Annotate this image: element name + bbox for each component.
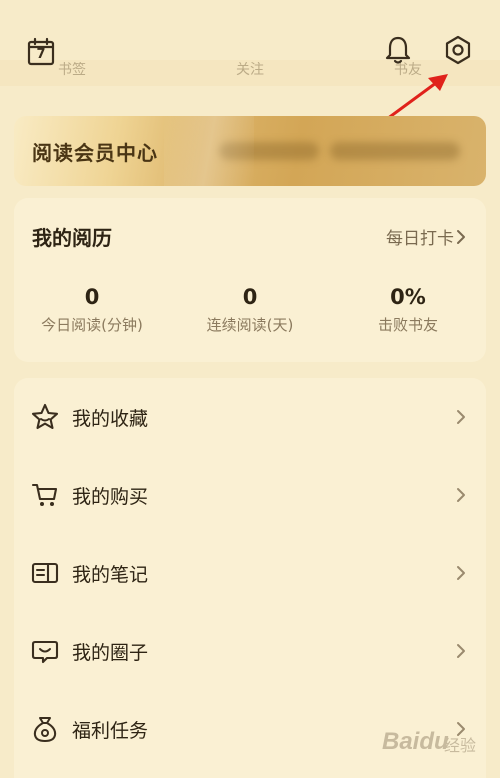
chevron-right-icon <box>457 410 465 424</box>
chat-icon <box>31 640 59 664</box>
ghost-tab-2: 关注 <box>236 62 264 78</box>
chevron-right-icon <box>457 488 465 502</box>
menu-item-purchases[interactable]: 我的购买 <box>14 456 486 534</box>
menu-item-favorites[interactable]: 我的收藏 <box>14 378 486 456</box>
stat-label: 击败书友 <box>377 316 438 334</box>
calendar-button[interactable]: 7 <box>21 32 61 72</box>
notes-icon <box>31 562 59 584</box>
stat-label: 今日阅读(分钟) <box>41 316 143 334</box>
menu-list: 我的收藏 我的购买 我的笔记 我的圈子 福利任务 <box>14 378 486 778</box>
chevron-right-icon <box>457 644 465 658</box>
stat-consecutive-days[interactable]: 0 连续阅读(天) <box>170 284 330 335</box>
profile-page: 书签 关注 书友圈 7 <box>0 0 500 778</box>
bell-icon <box>385 36 411 64</box>
stat-value: 0 <box>84 285 100 309</box>
blurred-promo-text <box>219 142 319 160</box>
baidu-watermark: Baidu 经验 <box>382 722 492 762</box>
member-center-banner[interactable]: 阅读会员中心 <box>14 116 486 186</box>
menu-item-label: 我的笔记 <box>72 563 149 586</box>
calendar-day: 7 <box>36 46 46 62</box>
reading-history-card: 我的阅历 每日打卡 0 今日阅读(分钟) 0 连续阅读(天) 0% 击败书友 <box>14 198 486 362</box>
chevron-right-icon <box>457 229 465 244</box>
stat-value: 0% <box>390 285 426 309</box>
chevron-right-icon <box>457 566 465 580</box>
stat-today-reading[interactable]: 0 今日阅读(分钟) <box>12 284 172 335</box>
stat-value: 0 <box>242 285 258 309</box>
menu-item-label: 福利任务 <box>72 719 149 742</box>
gear-icon <box>445 35 471 65</box>
stat-label: 连续阅读(天) <box>206 316 294 334</box>
watermark-sub: 经验 <box>444 736 477 755</box>
menu-item-label: 我的圈子 <box>72 641 149 664</box>
reading-history-title: 我的阅历 <box>32 226 112 250</box>
menu-item-label: 我的购买 <box>72 485 149 508</box>
daily-checkin-link[interactable]: 每日打卡 <box>386 224 466 249</box>
watermark-logo: Baidu <box>382 728 449 755</box>
cart-icon <box>31 483 58 506</box>
blurred-promo-text-2 <box>330 142 460 160</box>
member-center-title: 阅读会员中心 <box>32 141 158 165</box>
menu-item-notes[interactable]: 我的笔记 <box>14 534 486 612</box>
money-bag-icon <box>33 717 57 743</box>
menu-item-circles[interactable]: 我的圈子 <box>14 612 486 690</box>
star-icon <box>31 403 59 430</box>
stat-beat-friends[interactable]: 0% 击败书友 <box>328 284 488 335</box>
daily-checkin-label: 每日打卡 <box>386 229 454 249</box>
menu-item-label: 我的收藏 <box>72 407 149 430</box>
